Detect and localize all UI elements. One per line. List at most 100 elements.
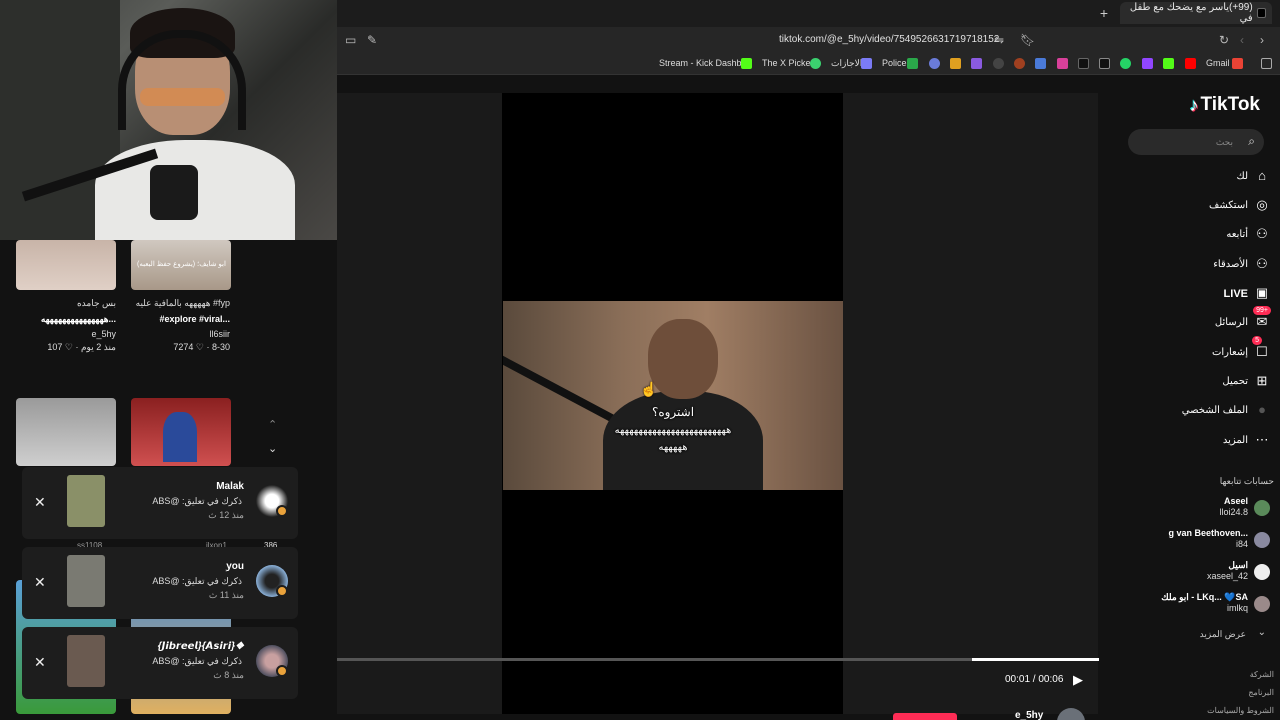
new-tab-icon[interactable]: + [1100,5,1108,21]
follow-button-partial[interactable] [893,713,957,720]
account-id: imlkq [1226,603,1248,613]
notification-name: Malak [216,481,244,492]
notification-toast[interactable]: ✕ Malak ذكرك في تعليق: @ABS منذ 12 ث [22,467,298,539]
nav-label: تحميل [1222,376,1248,387]
nav-label: استكشف [1209,200,1248,211]
video-progress-bar[interactable] [337,658,1099,661]
bookmark-police[interactable]: Police [882,58,907,68]
account-id: i84 [1235,539,1248,549]
x-icon[interactable] [1099,58,1110,69]
notification-close-icon[interactable]: ✕ [34,494,46,511]
notification-toast[interactable]: ✕ you ᷂ ذكرك في تعليق: @ABS منذ 11 ث [22,547,298,619]
notification-thumbnail[interactable] [67,475,105,527]
whatsapp-icon[interactable] [1120,58,1131,69]
bookmark-gmail[interactable]: Gmail [1206,58,1230,68]
compass-icon: ◎ [1256,197,1268,212]
nav-label: لك [1236,171,1248,182]
notification-close-icon[interactable]: ✕ [34,574,46,591]
feed-thumbnail[interactable] [16,398,116,466]
video-frame[interactable]: اشتروه؟ ههههههههههههههههههههههههه هههههه [503,301,843,490]
bookmark-app-icon[interactable] [1035,58,1046,69]
notification-thumbnail[interactable] [67,635,105,687]
twitch-icon[interactable] [1142,58,1153,69]
tiktok-note-icon: ♪ [1189,94,1199,115]
notification-toast[interactable]: ✕ ❖{𝘼𝙨𝙞𝙧𝙞}{𝙅𝙞𝙗𝙧𝙚𝙚𝙡} ذكرك في تعليق: @ABS … [22,627,298,699]
video-stage: اشتروه؟ ههههههههههههههههههههههههه هههههه… [337,76,1128,720]
messages-icon: ✉ [1256,314,1268,329]
live-tv-icon: ▣ [1255,285,1269,300]
tiktok-icon[interactable] [1078,58,1089,69]
bookmark-x-picker[interactable]: The X Picker [762,58,814,68]
nav-messages[interactable]: الرسائل ✉ 99+ [1140,306,1280,334]
gmail-icon[interactable] [1232,58,1243,69]
feed-author[interactable]: ll6siir [209,329,230,339]
scroll-up-icon[interactable]: ⌃ [268,418,277,431]
following-accounts-title: حسابات تتابعها [1219,476,1274,486]
nav-profile[interactable]: الملف الشخصي ● [1140,400,1280,422]
following-account[interactable]: اسيل xaseel_42 [1140,559,1280,585]
feed-thumbnail[interactable] [16,240,116,290]
search-input[interactable]: بحث ⌕ [1128,129,1264,155]
bookmark-app-icon[interactable] [929,58,940,69]
search-placeholder: بحث [1215,137,1233,147]
reload-icon[interactable]: ↻ [1219,33,1229,47]
chevron-down-icon[interactable]: ⌄ [1258,627,1266,638]
instagram-icon[interactable] [1057,58,1068,69]
messages-count-badge: 99+ [1253,306,1271,315]
sheets-icon[interactable] [907,58,918,69]
browser-tab[interactable]: (99+)ياسر مع يضحك مع طفل في [1120,2,1272,24]
video-caption-line3: هههههه [658,442,688,453]
nav-live[interactable]: LIVE ▣ [1140,283,1280,305]
all-bookmarks-icon[interactable] [1261,58,1272,69]
footer-link[interactable]: البرنامج [1248,688,1274,697]
webcam-glasses [140,88,225,106]
x-picker-icon[interactable] [810,58,821,69]
sidebar-toggle-icon[interactable]: ▭ [345,33,356,47]
bookmark-icon[interactable]: 🔖︎ [1020,33,1035,47]
video-person-head [648,319,718,399]
video-backdrop-right [843,93,1098,714]
forward-icon[interactable]: › [1260,33,1264,47]
site-settings-icon[interactable]: ⇋ [994,33,1004,47]
edit-icon[interactable]: ✎ [367,33,377,47]
url-field[interactable]: tiktok.com/@e_5hy/video/7549526631719718… [779,34,999,45]
friends-icon: ⚇ [1256,256,1268,271]
account-name: Aseel [1223,496,1248,506]
list-icon[interactable] [861,58,872,69]
nav-notifications[interactable]: إشعارات ☐ 5 [1140,336,1280,364]
github-icon[interactable] [993,58,1004,69]
show-more-link[interactable]: عرض المزيد [1200,629,1246,640]
bottom-author-name[interactable]: e_5hy [1015,710,1043,720]
bookmark-kick-dashboard[interactable]: Stream - Kick Dashb... [659,58,749,68]
feed-author[interactable]: e_5hy [91,329,116,339]
following-account[interactable]: ابو ملك - LKq... 💙SA imlkq [1140,591,1280,617]
play-icon[interactable]: ▶ [1073,672,1083,688]
following-account[interactable]: Aseel lloi24.8 [1140,495,1280,521]
bookmark-app-icon[interactable] [1014,58,1025,69]
youtube-icon[interactable] [1185,58,1196,69]
feed-thumbnail[interactable]: ابو شايف؛ (يشروع حفظ البعبه) [131,240,231,290]
nav-upload[interactable]: تحميل ⊞ [1140,371,1280,393]
feed-thumbnail[interactable] [131,398,231,466]
following-account[interactable]: g van Beethoven... i84 [1140,527,1280,553]
search-icon[interactable]: ⌕ [1248,134,1255,149]
bookmark-vacations[interactable]: الاجازات [831,58,862,69]
notification-close-icon[interactable]: ✕ [34,654,46,671]
video-progress-fill [971,658,1099,661]
tiktok-logo[interactable]: ♪ TikTok [1190,94,1260,116]
nav-friends[interactable]: الأصدقاء ⚇ [1140,254,1280,276]
footer-link[interactable]: الشركة [1250,670,1274,679]
nav-label: المزيد [1222,435,1248,446]
kick-icon[interactable] [741,58,752,69]
bookmark-app-icon[interactable] [971,58,982,69]
nav-for-you[interactable]: لك ⌂ [1140,166,1280,188]
kick-icon[interactable] [1163,58,1174,69]
back-icon[interactable]: ‹ [1240,33,1244,47]
notification-thumbnail[interactable] [67,555,105,607]
nav-more[interactable]: المزيد ⋯ [1140,430,1280,452]
nav-following[interactable]: أتابعه ⚇ [1140,224,1280,246]
scroll-down-icon[interactable]: ⌄ [268,442,277,455]
footer-link[interactable]: الشروط والسياسات [1207,706,1274,715]
nav-explore[interactable]: استكشف ◎ [1140,195,1280,217]
bookmark-app-icon[interactable] [950,58,961,69]
